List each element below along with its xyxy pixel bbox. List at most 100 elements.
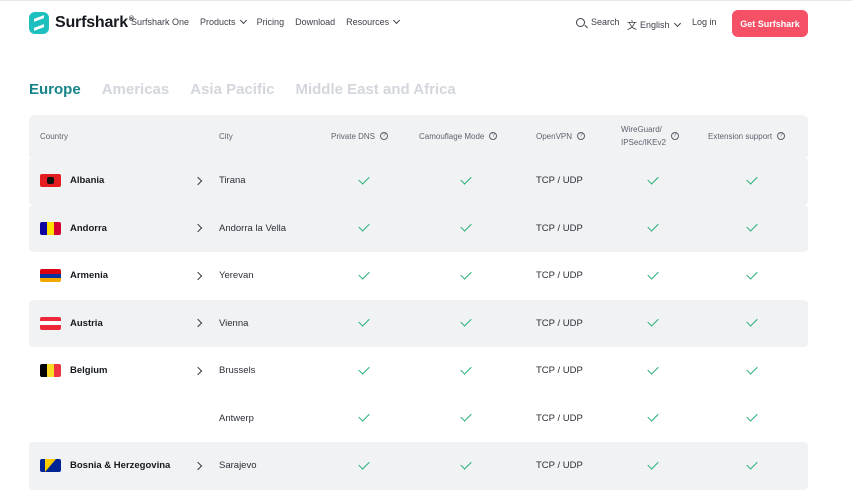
expand-row-button[interactable] — [193, 442, 203, 490]
checkmark-icon — [746, 410, 758, 422]
checkmark-icon — [746, 458, 758, 470]
tab-asia-pacific[interactable]: Asia Pacific — [190, 81, 274, 98]
checkmark-icon — [746, 363, 758, 375]
search-icon — [576, 17, 585, 27]
camouflage-cell — [460, 205, 472, 253]
expand-row-button[interactable] — [193, 252, 203, 300]
help-icon[interactable]: ? — [777, 132, 786, 140]
help-icon[interactable]: ? — [577, 132, 586, 140]
checkmark-icon — [358, 315, 370, 327]
site-header: Surfshark® Surfshark One Products Pricin… — [0, 0, 852, 48]
country-name: Albania — [70, 175, 105, 187]
nav-download[interactable]: Download — [295, 17, 335, 27]
tab-americas[interactable]: Americas — [102, 81, 170, 98]
surfshark-logo[interactable]: Surfshark® — [29, 12, 134, 34]
country-cell: Andorra — [40, 205, 107, 253]
search-button[interactable]: Search — [576, 17, 620, 27]
col-city: City — [219, 131, 233, 141]
nav-pricing[interactable]: Pricing — [257, 17, 285, 27]
nav-resources[interactable]: Resources — [346, 16, 401, 27]
table-row[interactable]: Albania Tirana TCP / UDP — [29, 157, 808, 205]
chevron-right-icon — [193, 271, 203, 280]
checkmark-icon — [460, 458, 472, 470]
checkmark-icon — [647, 363, 659, 375]
language-selector[interactable]: 文 English — [627, 17, 681, 32]
get-surfshark-button[interactable]: Get Surfshark — [732, 10, 808, 37]
private-dns-cell — [358, 347, 370, 395]
country-cell: Armenia — [40, 252, 108, 300]
checkmark-icon — [647, 173, 659, 185]
chevron-down-icon — [393, 16, 401, 25]
table-row[interactable]: Belgium Brussels TCP / UDP — [29, 347, 808, 395]
checkmark-icon — [647, 268, 659, 280]
wireguard-cell — [647, 300, 659, 348]
chevron-right-icon — [193, 461, 203, 470]
login-link[interactable]: Log in — [692, 17, 717, 27]
camouflage-cell — [460, 347, 472, 395]
expand-row-button[interactable] — [193, 347, 203, 395]
checkmark-icon — [746, 220, 758, 232]
checkmark-icon — [460, 363, 472, 375]
flag-belgium-icon — [40, 364, 61, 378]
checkmark-icon — [647, 458, 659, 470]
help-icon[interactable]: ? — [380, 132, 389, 140]
country-cell: Belgium — [40, 347, 107, 395]
extension-cell — [746, 252, 758, 300]
checkmark-icon — [358, 220, 370, 232]
wireguard-cell — [647, 347, 659, 395]
table-row[interactable]: Antwerp TCP / UDP — [29, 395, 808, 443]
camouflage-cell — [460, 252, 472, 300]
brand-name: Surfshark® — [55, 14, 134, 31]
server-table: Country City Private DNS? Camouflage Mod… — [29, 115, 808, 490]
city-cell: Antwerp — [219, 412, 254, 424]
expand-row-button[interactable] — [193, 205, 203, 253]
extension-cell — [746, 395, 758, 443]
country-name: Armenia — [70, 270, 109, 282]
table-row[interactable]: Armenia Yerevan TCP / UDP — [29, 252, 808, 300]
chevron-right-icon — [193, 224, 203, 233]
wireguard-cell — [647, 442, 659, 490]
country-cell: Bosnia & Herzegovina — [40, 442, 170, 490]
table-row[interactable]: Bosnia & Herzegovina Sarajevo TCP / UDP — [29, 442, 808, 490]
tab-europe[interactable]: Europe — [29, 81, 81, 98]
chevron-right-icon — [193, 319, 203, 328]
col-camouflage: Camouflage Mode? — [419, 115, 498, 157]
wireguard-cell — [647, 205, 659, 253]
tab-middle-east-africa[interactable]: Middle East and Africa — [295, 81, 455, 98]
help-icon[interactable]: ? — [489, 132, 498, 140]
checkmark-icon — [358, 458, 370, 470]
checkmark-icon — [746, 315, 758, 327]
checkmark-icon — [647, 220, 659, 232]
table-row[interactable]: Andorra Andorra la Vella TCP / UDP — [29, 204, 808, 253]
checkmark-icon — [358, 410, 370, 422]
chevron-down-icon — [673, 19, 681, 27]
country-cell: Albania — [40, 157, 104, 205]
expand-row-button[interactable] — [193, 300, 203, 348]
camouflage-cell — [460, 395, 472, 443]
private-dns-cell — [358, 205, 370, 253]
col-openvpn: OpenVPN? — [536, 115, 586, 157]
openvpn-cell: TCP / UDP — [536, 365, 583, 377]
col-extension: Extension support? — [708, 115, 786, 157]
city-cell: Vienna — [219, 317, 249, 329]
openvpn-cell: TCP / UDP — [536, 317, 583, 329]
table-header: Country City Private DNS? Camouflage Mod… — [29, 115, 808, 157]
table-row[interactable]: Austria Vienna TCP / UDP — [29, 299, 808, 348]
nav-surfshark-one[interactable]: Surfshark One — [131, 17, 189, 27]
expand-row-button[interactable] — [193, 157, 203, 205]
help-icon[interactable]: ? — [670, 132, 679, 140]
flag-austria-icon — [40, 316, 61, 330]
private-dns-cell — [358, 252, 370, 300]
extension-cell — [746, 347, 758, 395]
checkmark-icon — [460, 315, 472, 327]
flag-albania-icon — [40, 174, 61, 188]
camouflage-cell — [460, 442, 472, 490]
chevron-right-icon — [193, 366, 203, 375]
wireguard-cell — [647, 157, 659, 205]
country-name: Austria — [70, 317, 103, 329]
extension-cell — [746, 205, 758, 253]
chevron-down-icon — [239, 16, 247, 25]
nav-products[interactable]: Products — [200, 16, 247, 27]
extension-cell — [746, 300, 758, 348]
flag-andorra-icon — [40, 221, 61, 235]
